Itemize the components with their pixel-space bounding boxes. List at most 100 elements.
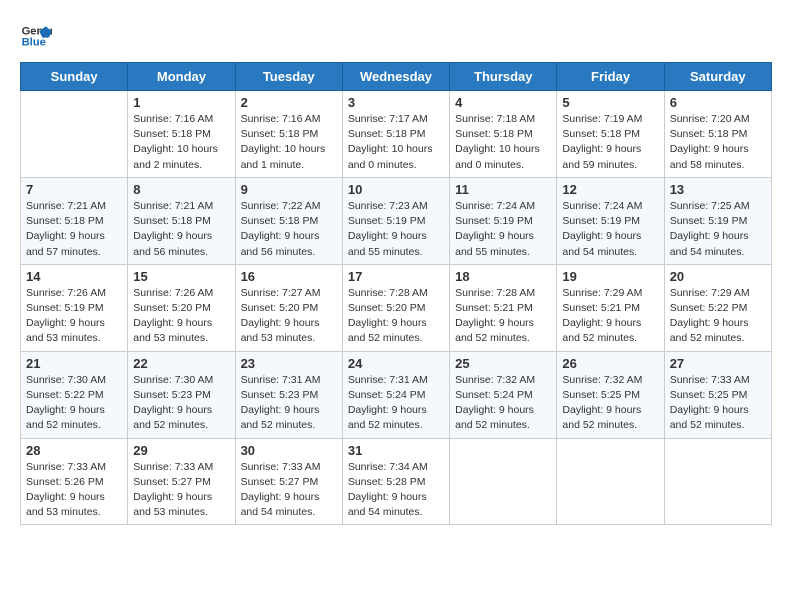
day-number: 7 <box>26 182 122 197</box>
day-number: 12 <box>562 182 658 197</box>
calendar-cell: 9 Sunrise: 7:22 AM Sunset: 5:18 PM Daylig… <box>235 177 342 264</box>
calendar-cell: 23Sunrise: 7:31 AM Sunset: 5:23 PM Dayli… <box>235 351 342 438</box>
day-info: Sunrise: 7:29 AM Sunset: 5:22 PM Dayligh… <box>670 286 766 347</box>
calendar-cell: 16Sunrise: 7:27 AM Sunset: 5:20 PM Dayli… <box>235 264 342 351</box>
week-row-3: 14 Sunrise: 7:26 AM Sunset: 5:19 PM Dayli… <box>21 264 772 351</box>
day-info: Sunrise: 7:24 AM Sunset: 5:19 PM Dayligh… <box>562 199 658 260</box>
week-row-2: 7 Sunrise: 7:21 AM Sunset: 5:18 PM Daylig… <box>21 177 772 264</box>
day-number: 3 <box>348 95 444 110</box>
day-info: Sunrise: 7:25 AM Sunset: 5:19 PM Dayligh… <box>670 199 766 260</box>
day-number: 8 <box>133 182 229 197</box>
day-number: 15 <box>133 269 229 284</box>
day-info: Sunrise: 7:34 AM Sunset: 5:28 PM Dayligh… <box>348 460 444 521</box>
day-info: Sunrise: 7:32 AM Sunset: 5:25 PM Dayligh… <box>562 373 658 434</box>
day-number: 4 <box>455 95 551 110</box>
calendar-cell: 14 Sunrise: 7:26 AM Sunset: 5:19 PM Dayli… <box>21 264 128 351</box>
day-number: 27 <box>670 356 766 371</box>
day-number: 6 <box>670 95 766 110</box>
day-info: Sunrise: 7:30 AM Sunset: 5:23 PM Dayligh… <box>133 373 229 434</box>
day-number: 25 <box>455 356 551 371</box>
day-info: Sunrise: 7:21 AM Sunset: 5:18 PM Dayligh… <box>133 199 229 260</box>
calendar-cell: 11 Sunrise: 7:24 AM Sunset: 5:19 PM Dayli… <box>450 177 557 264</box>
week-row-4: 21 Sunrise: 7:30 AM Sunset: 5:22 PM Dayli… <box>21 351 772 438</box>
day-number: 10 <box>348 182 444 197</box>
day-info: Sunrise: 7:33 AM Sunset: 5:27 PM Dayligh… <box>241 460 337 521</box>
calendar-cell <box>21 91 128 178</box>
day-info: Sunrise: 7:20 AM Sunset: 5:18 PM Dayligh… <box>670 112 766 173</box>
day-number: 20 <box>670 269 766 284</box>
day-number: 1 <box>133 95 229 110</box>
day-info: Sunrise: 7:21 AM Sunset: 5:18 PM Dayligh… <box>26 199 122 260</box>
day-number: 26 <box>562 356 658 371</box>
calendar-cell: 30 Sunrise: 7:33 AM Sunset: 5:27 PM Dayli… <box>235 438 342 525</box>
calendar-cell: 4 Sunrise: 7:18 AM Sunset: 5:18 PM Daylig… <box>450 91 557 178</box>
day-number: 24 <box>348 356 444 371</box>
weekday-header-sunday: Sunday <box>21 63 128 91</box>
day-info: Sunrise: 7:32 AM Sunset: 5:24 PM Dayligh… <box>455 373 551 434</box>
day-info: Sunrise: 7:29 AM Sunset: 5:21 PM Dayligh… <box>562 286 658 347</box>
svg-text:Blue: Blue <box>22 37 46 49</box>
day-info: Sunrise: 7:30 AM Sunset: 5:22 PM Dayligh… <box>26 373 122 434</box>
calendar-cell: 28Sunrise: 7:33 AM Sunset: 5:26 PM Dayli… <box>21 438 128 525</box>
week-row-5: 28Sunrise: 7:33 AM Sunset: 5:26 PM Dayli… <box>21 438 772 525</box>
calendar-cell <box>557 438 664 525</box>
day-info: Sunrise: 7:33 AM Sunset: 5:26 PM Dayligh… <box>26 460 122 521</box>
calendar-cell: 5 Sunrise: 7:19 AM Sunset: 5:18 PM Daylig… <box>557 91 664 178</box>
day-info: Sunrise: 7:26 AM Sunset: 5:19 PM Dayligh… <box>26 286 122 347</box>
header: General Blue <box>20 20 772 52</box>
day-number: 17 <box>348 269 444 284</box>
calendar-cell: 17Sunrise: 7:28 AM Sunset: 5:20 PM Dayli… <box>342 264 449 351</box>
weekday-header-thursday: Thursday <box>450 63 557 91</box>
day-number: 14 <box>26 269 122 284</box>
weekday-header-row: SundayMondayTuesdayWednesdayThursdayFrid… <box>21 63 772 91</box>
calendar-cell: 7 Sunrise: 7:21 AM Sunset: 5:18 PM Daylig… <box>21 177 128 264</box>
calendar-cell: 22 Sunrise: 7:30 AM Sunset: 5:23 PM Dayli… <box>128 351 235 438</box>
day-number: 5 <box>562 95 658 110</box>
day-info: Sunrise: 7:28 AM Sunset: 5:21 PM Dayligh… <box>455 286 551 347</box>
weekday-header-monday: Monday <box>128 63 235 91</box>
calendar-cell: 26 Sunrise: 7:32 AM Sunset: 5:25 PM Dayli… <box>557 351 664 438</box>
day-number: 30 <box>241 443 337 458</box>
weekday-header-friday: Friday <box>557 63 664 91</box>
day-number: 9 <box>241 182 337 197</box>
calendar-cell: 31 Sunrise: 7:34 AM Sunset: 5:28 PM Dayli… <box>342 438 449 525</box>
calendar-cell: 25 Sunrise: 7:32 AM Sunset: 5:24 PM Dayli… <box>450 351 557 438</box>
calendar-cell: 29 Sunrise: 7:33 AM Sunset: 5:27 PM Dayli… <box>128 438 235 525</box>
day-number: 31 <box>348 443 444 458</box>
day-number: 21 <box>26 356 122 371</box>
day-info: Sunrise: 7:22 AM Sunset: 5:18 PM Dayligh… <box>241 199 337 260</box>
day-info: Sunrise: 7:24 AM Sunset: 5:19 PM Dayligh… <box>455 199 551 260</box>
day-info: Sunrise: 7:26 AM Sunset: 5:20 PM Dayligh… <box>133 286 229 347</box>
logo: General Blue <box>20 20 56 52</box>
day-number: 19 <box>562 269 658 284</box>
day-info: Sunrise: 7:31 AM Sunset: 5:23 PM Dayligh… <box>241 373 337 434</box>
weekday-header-saturday: Saturday <box>664 63 771 91</box>
calendar-cell: 18 Sunrise: 7:28 AM Sunset: 5:21 PM Dayli… <box>450 264 557 351</box>
day-number: 13 <box>670 182 766 197</box>
day-number: 22 <box>133 356 229 371</box>
calendar-cell: 24Sunrise: 7:31 AM Sunset: 5:24 PM Dayli… <box>342 351 449 438</box>
calendar-cell: 10 Sunrise: 7:23 AM Sunset: 5:19 PM Dayli… <box>342 177 449 264</box>
calendar-cell: 6 Sunrise: 7:20 AM Sunset: 5:18 PM Daylig… <box>664 91 771 178</box>
day-number: 18 <box>455 269 551 284</box>
day-info: Sunrise: 7:16 AM Sunset: 5:18 PM Dayligh… <box>133 112 229 173</box>
logo-icon: General Blue <box>20 20 52 52</box>
calendar-cell: 19 Sunrise: 7:29 AM Sunset: 5:21 PM Dayli… <box>557 264 664 351</box>
calendar-cell: 3 Sunrise: 7:17 AM Sunset: 5:18 PM Daylig… <box>342 91 449 178</box>
calendar-cell: 15 Sunrise: 7:26 AM Sunset: 5:20 PM Dayli… <box>128 264 235 351</box>
day-info: Sunrise: 7:19 AM Sunset: 5:18 PM Dayligh… <box>562 112 658 173</box>
day-number: 11 <box>455 182 551 197</box>
calendar-cell: 20 Sunrise: 7:29 AM Sunset: 5:22 PM Dayli… <box>664 264 771 351</box>
weekday-header-tuesday: Tuesday <box>235 63 342 91</box>
calendar-cell: 2Sunrise: 7:16 AM Sunset: 5:18 PM Daylig… <box>235 91 342 178</box>
day-info: Sunrise: 7:33 AM Sunset: 5:27 PM Dayligh… <box>133 460 229 521</box>
calendar-cell: 12 Sunrise: 7:24 AM Sunset: 5:19 PM Dayli… <box>557 177 664 264</box>
day-info: Sunrise: 7:17 AM Sunset: 5:18 PM Dayligh… <box>348 112 444 173</box>
day-info: Sunrise: 7:23 AM Sunset: 5:19 PM Dayligh… <box>348 199 444 260</box>
weekday-header-wednesday: Wednesday <box>342 63 449 91</box>
calendar-cell: 13 Sunrise: 7:25 AM Sunset: 5:19 PM Dayli… <box>664 177 771 264</box>
day-number: 29 <box>133 443 229 458</box>
calendar-cell <box>664 438 771 525</box>
day-number: 2 <box>241 95 337 110</box>
day-info: Sunrise: 7:18 AM Sunset: 5:18 PM Dayligh… <box>455 112 551 173</box>
